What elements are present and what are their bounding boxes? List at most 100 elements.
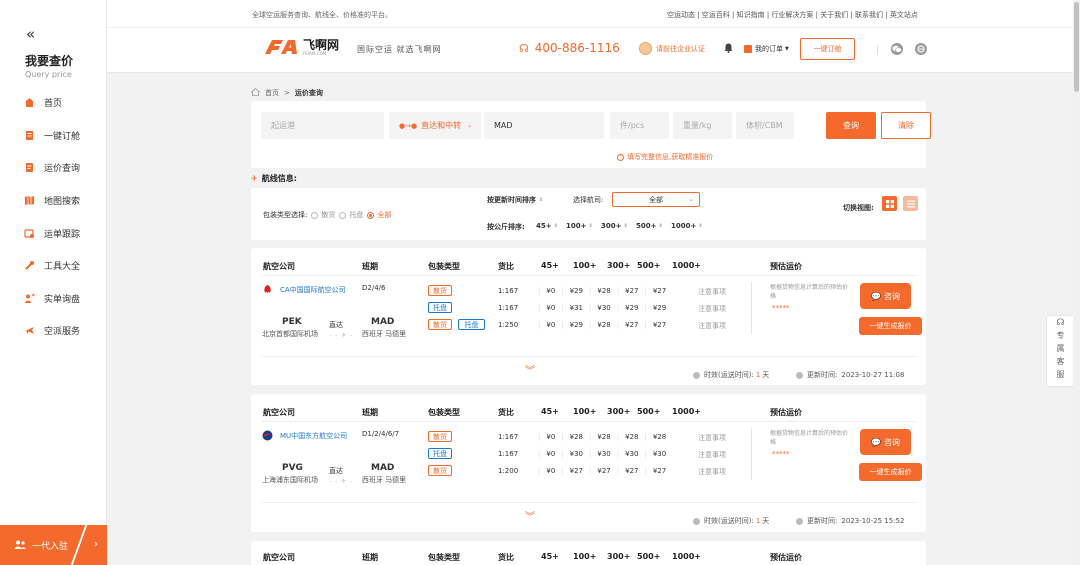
sidebar-item-label: 地图搜索 bbox=[44, 196, 81, 207]
sidebar-item-inquiry[interactable]: 实单询盘 bbox=[24, 291, 80, 305]
price-300: ¥28 bbox=[597, 287, 611, 295]
radio-pallet[interactable] bbox=[339, 211, 347, 219]
enterprise-cert-link[interactable]: 请前往企业认证 bbox=[639, 42, 705, 55]
price-cells: | ¥0 | ¥27 | ¥27 | ¥27 | ¥27 bbox=[538, 467, 667, 475]
list-view-icon[interactable] bbox=[903, 196, 918, 211]
sort-weight-100[interactable]: 100+ ⇕ bbox=[566, 222, 593, 230]
sidebar-item-air-delivery[interactable]: 空派服务 bbox=[24, 323, 80, 337]
collapse-sidebar-icon[interactable]: « bbox=[26, 27, 35, 42]
divider bbox=[261, 421, 916, 422]
tracking-icon bbox=[24, 228, 35, 239]
sidebar-item-tools[interactable]: 工具大全 bbox=[24, 258, 80, 272]
origin-port-input[interactable]: 起运港 bbox=[261, 112, 384, 139]
origin-code: PEK bbox=[282, 317, 302, 327]
agent-join-banner[interactable]: 一代入驻 › bbox=[0, 525, 107, 565]
price-45: ¥0 bbox=[546, 467, 556, 475]
price-100: ¥27 bbox=[569, 467, 584, 475]
price-45: ¥0 bbox=[546, 287, 556, 295]
notice-link[interactable]: 注意事项 bbox=[698, 304, 726, 314]
map-icon bbox=[24, 195, 35, 206]
sidebar-item-price-query[interactable]: 运价查询 bbox=[24, 160, 80, 174]
destination-input[interactable]: MAD bbox=[484, 112, 604, 139]
clear-button[interactable]: 清除 bbox=[881, 112, 931, 139]
top-links[interactable]: 空运动态 | 空运百科 | 知识指南 | 行业解决方案 | 关于我们 | 联系我… bbox=[667, 10, 918, 20]
grid-view-icon[interactable] bbox=[882, 196, 897, 211]
col-airline: 航空公司 bbox=[263, 408, 295, 417]
consult-label: 咨询 bbox=[883, 437, 900, 447]
notice-link[interactable]: 注意事项 bbox=[698, 467, 726, 477]
sort-weight-500[interactable]: 500+ ⇕ bbox=[636, 222, 663, 230]
ratio-value: 1:167 bbox=[498, 433, 519, 441]
price-100: ¥28 bbox=[569, 433, 584, 441]
price-cells: | ¥0 | ¥31 | ¥30 | ¥29 | ¥29 bbox=[538, 304, 667, 312]
sidebar-item-booking[interactable]: 一键订舱 bbox=[24, 128, 80, 142]
scrollbar[interactable] bbox=[1073, 0, 1080, 565]
price-1000: ¥27 bbox=[652, 321, 667, 329]
price-cells: | ¥0 | ¥29 | ¥28 | ¥27 | ¥27 bbox=[538, 321, 667, 329]
one-click-booking-button[interactable]: 一键订舱 bbox=[800, 38, 855, 60]
expand-chevron-icon[interactable]: ︾ bbox=[525, 508, 535, 523]
airline-select[interactable]: 全部 ⌄ bbox=[612, 192, 700, 207]
col-ratio: 货比 bbox=[498, 408, 514, 417]
chat-icon: 💬 bbox=[871, 291, 881, 301]
sidebar-item-home[interactable]: 首页 bbox=[24, 95, 62, 109]
consult-button[interactable]: 💬 咨询 bbox=[860, 429, 911, 455]
notice-link[interactable]: 注意事项 bbox=[698, 287, 726, 297]
route-type-select[interactable]: ●→● 直达和中转 ⌄ bbox=[389, 112, 481, 139]
flight-path-icon: - - ✈ - bbox=[329, 478, 354, 485]
my-orders-menu[interactable]: 我的订单 ▼ bbox=[744, 44, 789, 54]
ratio-value: 1:167 bbox=[498, 450, 519, 458]
customer-service-panel[interactable]: ☊ 专属客服 bbox=[1046, 315, 1075, 387]
logo[interactable]: 飞啊网 FEIAIR.COM bbox=[263, 38, 339, 56]
chevron-down-icon: ⌄ bbox=[467, 122, 473, 129]
phone-text: 400-886-1116 bbox=[534, 41, 620, 55]
destination-city: 西班牙 马德里 bbox=[361, 476, 407, 484]
notice-link[interactable]: 注意事项 bbox=[698, 433, 726, 443]
tip-text: 填写完整信息,获取精准报价 bbox=[627, 153, 714, 161]
sort-weight-45[interactable]: 45+ ⇕ bbox=[536, 222, 558, 230]
transit-days: 1 bbox=[755, 371, 761, 379]
price-cells: | ¥0 | ¥29 | ¥28 | ¥27 | ¥27 bbox=[538, 287, 667, 295]
sort-weight-1000[interactable]: 1000+ ⇕ bbox=[671, 222, 703, 230]
route-card: 航空公司 班期 包装类型 货比 45+ 100+ 300+ 500+ 1000+… bbox=[251, 541, 926, 565]
clock-icon bbox=[796, 517, 803, 525]
sidebar-item-tracking[interactable]: 运单跟踪 bbox=[24, 226, 80, 240]
generate-quote-button[interactable]: 一键生成报价 bbox=[859, 317, 922, 335]
airline-filter-label: 选择航司: bbox=[573, 196, 604, 204]
airline-name-link[interactable]: CA中国国际航空公司 bbox=[280, 284, 348, 297]
route-type-value: 直达和中转 bbox=[421, 121, 462, 130]
pieces-input[interactable]: 件/pcs bbox=[610, 112, 669, 139]
link-icon[interactable] bbox=[915, 43, 927, 55]
volume-input[interactable]: 体积/CBM bbox=[736, 112, 794, 139]
expand-chevron-icon[interactable]: ︾ bbox=[525, 362, 535, 377]
sort-weight-300[interactable]: 300+ ⇕ bbox=[601, 222, 628, 230]
sort-by-update-time[interactable]: 按更新时间排序 ⇕ bbox=[487, 195, 543, 205]
origin-city: 北京首都国际机场 bbox=[262, 330, 318, 338]
route-info-title: ✈ 航线信息: bbox=[251, 173, 297, 184]
sidebar-item-map-search[interactable]: 地图搜索 bbox=[24, 193, 80, 207]
weight-input[interactable]: 重量/kg bbox=[673, 112, 732, 139]
airline-name-link[interactable]: MU中国东方航空公司 bbox=[280, 430, 348, 443]
scrollbar-thumb[interactable] bbox=[1074, 2, 1079, 92]
consult-button[interactable]: 💬 咨询 bbox=[860, 283, 911, 309]
price-1000: ¥30 bbox=[652, 450, 667, 458]
orders-text: 我的订单 bbox=[755, 45, 783, 53]
origin-city: 上海浦东国际机场 bbox=[262, 476, 318, 484]
generate-quote-button[interactable]: 一键生成报价 bbox=[859, 463, 922, 481]
price-45: ¥0 bbox=[546, 321, 556, 329]
wechat-icon[interactable] bbox=[891, 43, 903, 55]
radio-all[interactable] bbox=[367, 211, 375, 219]
notice-link[interactable]: 注意事项 bbox=[698, 321, 726, 331]
breadcrumb-home[interactable]: 首页 bbox=[265, 88, 279, 98]
bell-icon[interactable] bbox=[724, 43, 733, 56]
radio-bulk[interactable] bbox=[311, 211, 319, 219]
notice-link[interactable]: 注意事项 bbox=[698, 450, 726, 460]
price-cells: | ¥0 | ¥30 | ¥30 | ¥30 | ¥30 bbox=[538, 450, 667, 458]
chevron-right-icon[interactable]: › bbox=[94, 539, 98, 550]
price-500: ¥28 bbox=[625, 433, 639, 441]
col-100: 100+ bbox=[573, 261, 597, 270]
query-button[interactable]: 查询 bbox=[826, 112, 876, 139]
price-row: 1:167 bbox=[498, 304, 518, 312]
col-300: 300+ bbox=[607, 261, 631, 270]
price-300: ¥28 bbox=[597, 433, 611, 441]
